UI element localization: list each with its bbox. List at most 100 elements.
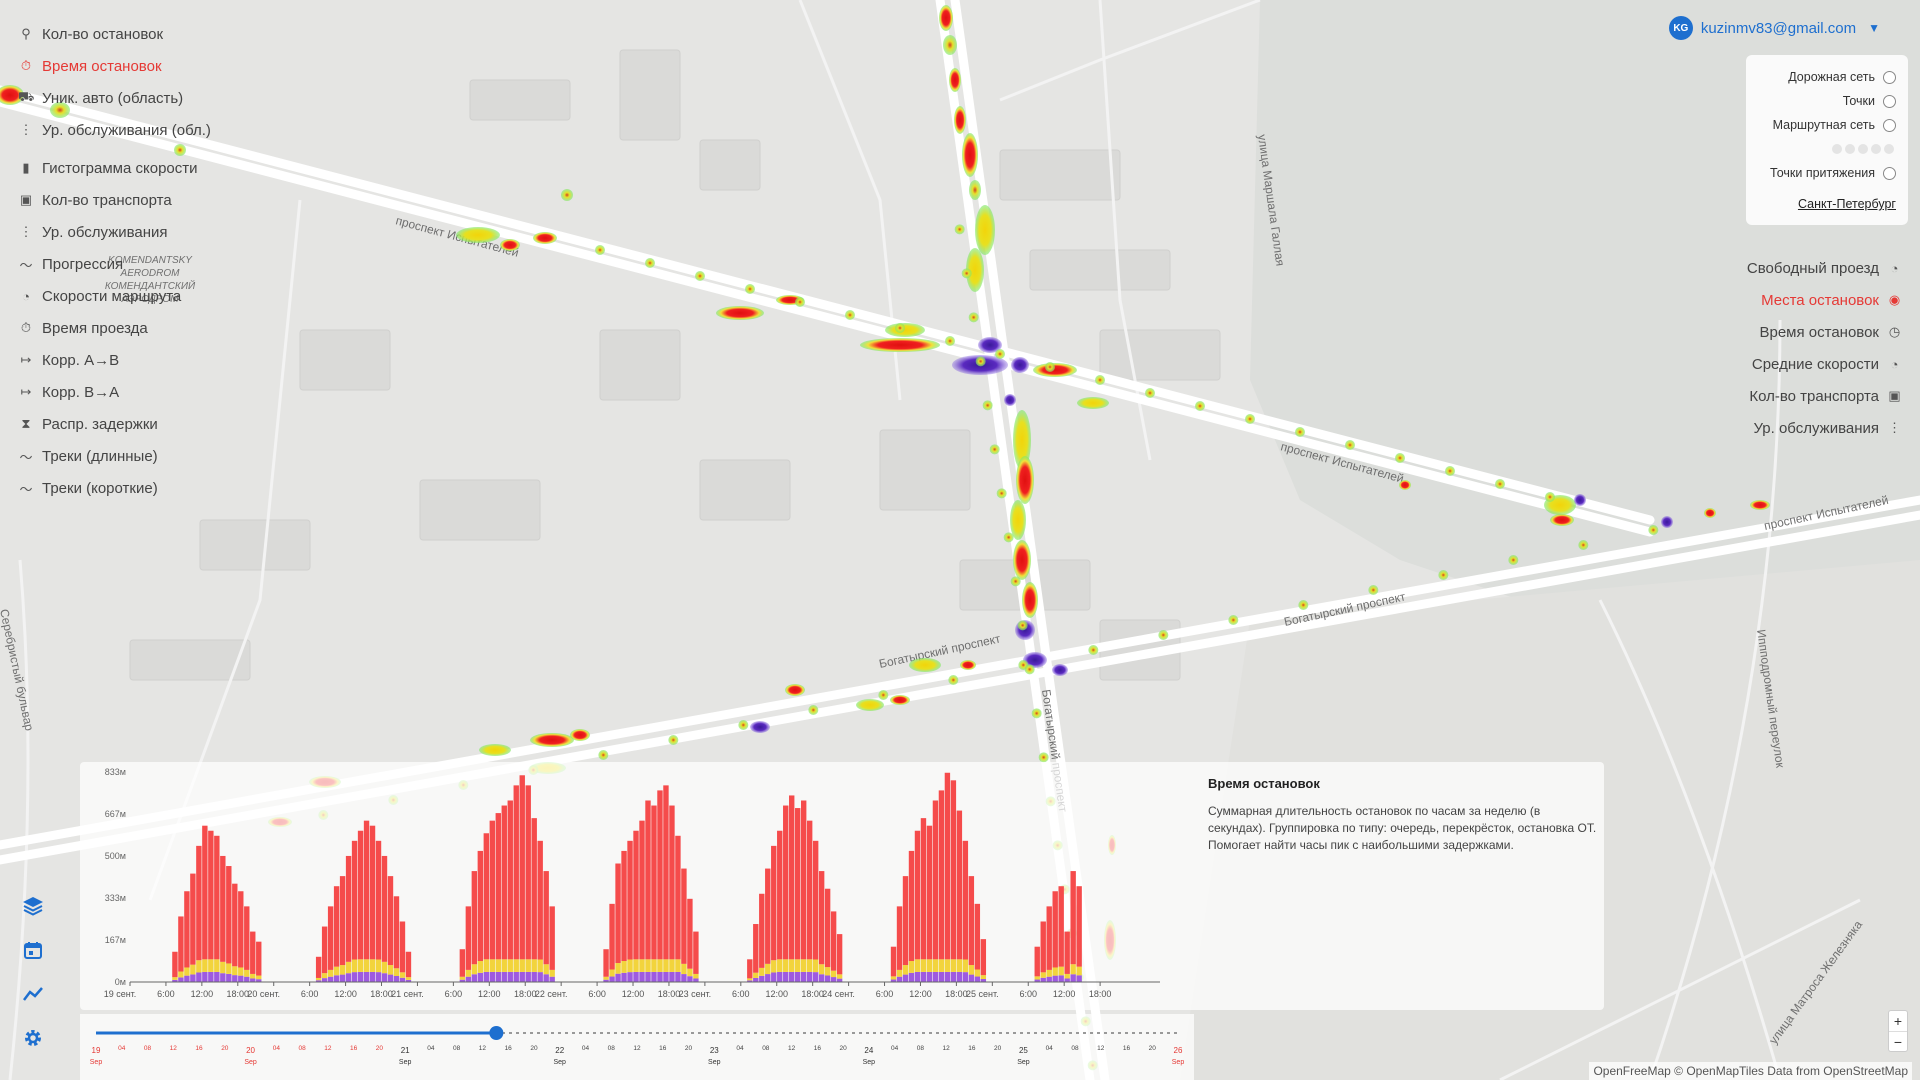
bar-перекрёсток[interactable] xyxy=(771,960,777,973)
bar-очередь[interactable] xyxy=(507,971,513,982)
menu-item-11[interactable]: ↦ Корр. A→B xyxy=(18,344,248,376)
bar-перекрёсток[interactable] xyxy=(759,967,765,976)
mode-item-4[interactable]: Средние скорости ◔ xyxy=(1702,348,1902,380)
radio-button[interactable] xyxy=(1883,70,1896,84)
bar-остановка ОТ[interactable] xyxy=(387,876,394,966)
bar-остановка ОТ[interactable] xyxy=(483,833,490,960)
bar-остановка ОТ[interactable] xyxy=(627,840,633,960)
bar-очередь[interactable] xyxy=(501,971,507,982)
mode-item-2[interactable]: Места остановок ◉ xyxy=(1702,284,1902,316)
bar-остановка ОТ[interactable] xyxy=(663,785,669,960)
menu-item-12[interactable]: ↦ Корр. B→A xyxy=(18,376,248,408)
bar-перекрёсток[interactable] xyxy=(789,959,795,972)
bar-очередь[interactable] xyxy=(1046,976,1052,982)
bar-остановка ОТ[interactable] xyxy=(968,876,975,966)
bar-очередь[interactable] xyxy=(196,972,202,982)
bar-перекрёсток[interactable] xyxy=(908,961,915,973)
bar-очередь[interactable] xyxy=(208,971,214,982)
bar-очередь[interactable] xyxy=(663,971,669,982)
bar-очередь[interactable] xyxy=(968,974,975,982)
bar-очередь[interactable] xyxy=(1040,977,1046,982)
bar-очередь[interactable] xyxy=(543,974,549,982)
bar-очередь[interactable] xyxy=(537,972,543,982)
bar-перекрёсток[interactable] xyxy=(202,959,208,972)
bar-остановка ОТ[interactable] xyxy=(489,820,495,960)
bar-очередь[interactable] xyxy=(974,976,981,982)
bar-остановка ОТ[interactable] xyxy=(753,924,759,973)
bar-остановка ОТ[interactable] xyxy=(908,850,915,962)
bar-очередь[interactable] xyxy=(387,974,394,982)
bar-перекрёсток[interactable] xyxy=(812,959,819,973)
bar-остановка ОТ[interactable] xyxy=(226,866,232,964)
bar-остановка ОТ[interactable] xyxy=(339,876,346,966)
layer-points[interactable]: Точки xyxy=(1756,89,1896,113)
menu-item-4[interactable]: ⋮ Ур. обслуживания (обл.) xyxy=(18,114,248,146)
bar-перекрёсток[interactable] xyxy=(818,964,825,975)
bar-остановка ОТ[interactable] xyxy=(789,795,795,960)
bar-очередь[interactable] xyxy=(339,974,346,982)
bar-остановка ОТ[interactable] xyxy=(214,835,220,960)
bar-перекрёсток[interactable] xyxy=(669,959,675,972)
time-slider[interactable]: 19 Sep 04 08 12 16 20 20 Sep 04 08 12 16 20 21 Sep 04 08 1… xyxy=(80,1014,1194,1080)
bar-очередь[interactable] xyxy=(1052,975,1058,982)
bar-очередь[interactable] xyxy=(956,971,963,982)
bar-остановка ОТ[interactable] xyxy=(525,785,531,960)
bar-остановка ОТ[interactable] xyxy=(345,855,352,962)
bar-остановка ОТ[interactable] xyxy=(393,896,400,969)
bar-остановка ОТ[interactable] xyxy=(777,830,783,960)
bar-остановка ОТ[interactable] xyxy=(771,845,777,961)
bar-перекрёсток[interactable] xyxy=(477,961,484,973)
bar-остановка ОТ[interactable] xyxy=(471,871,478,965)
bar-остановка ОТ[interactable] xyxy=(956,810,963,960)
bar-очередь[interactable] xyxy=(645,971,651,982)
menu-item-5[interactable]: ▮ Гистограмма скорости xyxy=(18,152,248,184)
menu-item-2[interactable]: ⏱ Время остановок xyxy=(18,50,248,82)
bar-очередь[interactable] xyxy=(926,971,933,982)
bar-очередь[interactable] xyxy=(250,978,256,982)
bar-перекрёсток[interactable] xyxy=(639,959,645,972)
menu-item-1[interactable]: ⚲ Кол-во остановок xyxy=(18,18,248,50)
bar-очередь[interactable] xyxy=(220,973,226,982)
bar-очередь[interactable] xyxy=(789,971,795,982)
bar-очередь[interactable] xyxy=(465,976,472,982)
bar-перекрёсток[interactable] xyxy=(190,964,196,975)
bar-перекрёсток[interactable] xyxy=(753,972,759,978)
bar-перекрёсток[interactable] xyxy=(399,972,406,978)
bar-перекрёсток[interactable] xyxy=(513,959,519,972)
bar-остановка ОТ[interactable] xyxy=(926,825,933,960)
bar-остановка ОТ[interactable] xyxy=(178,916,184,972)
bar-очередь[interactable] xyxy=(375,972,382,982)
bar-остановка ОТ[interactable] xyxy=(399,921,406,973)
bar-остановка ОТ[interactable] xyxy=(351,840,358,960)
bar-остановка ОТ[interactable] xyxy=(1052,891,1058,968)
bar-очередь[interactable] xyxy=(818,974,825,982)
bar-перекрёсток[interactable] xyxy=(830,970,837,978)
bar-остановка ОТ[interactable] xyxy=(603,949,609,977)
bar-очередь[interactable] xyxy=(238,975,244,982)
bar-очередь[interactable] xyxy=(609,976,615,982)
bar-перекрёсток[interactable] xyxy=(483,959,490,972)
bar-перекрёсток[interactable] xyxy=(932,959,939,972)
slider-handle[interactable] xyxy=(489,1026,504,1040)
bar-очередь[interactable] xyxy=(639,971,645,982)
bar-остановка ОТ[interactable] xyxy=(238,891,244,968)
bar-перекрёсток[interactable] xyxy=(381,961,388,974)
bar-перекрёсток[interactable] xyxy=(675,959,681,972)
menu-item-8[interactable]: 〜 Прогрессия xyxy=(18,248,248,280)
bar-перекрёсток[interactable] xyxy=(747,978,753,981)
bar-остановка ОТ[interactable] xyxy=(890,946,897,977)
bar-остановка ОТ[interactable] xyxy=(812,840,819,960)
bar-очередь[interactable] xyxy=(633,971,639,982)
bar-остановка ОТ[interactable] xyxy=(321,926,328,974)
bar-перекрёсток[interactable] xyxy=(495,959,501,972)
user-account[interactable]: KG kuzinmv83@gmail.com ▼ xyxy=(1668,16,1880,40)
bar-очередь[interactable] xyxy=(627,972,633,982)
zoom-out-button[interactable]: − xyxy=(1889,1031,1907,1051)
bar-остановка ОТ[interactable] xyxy=(639,820,645,960)
bar-очередь[interactable] xyxy=(471,974,478,982)
bar-остановка ОТ[interactable] xyxy=(232,883,238,967)
bar-остановка ОТ[interactable] xyxy=(615,863,621,964)
bar-остановка ОТ[interactable] xyxy=(687,898,693,969)
bar-перекрёсток[interactable] xyxy=(663,959,669,972)
bar-остановка ОТ[interactable] xyxy=(537,840,543,960)
